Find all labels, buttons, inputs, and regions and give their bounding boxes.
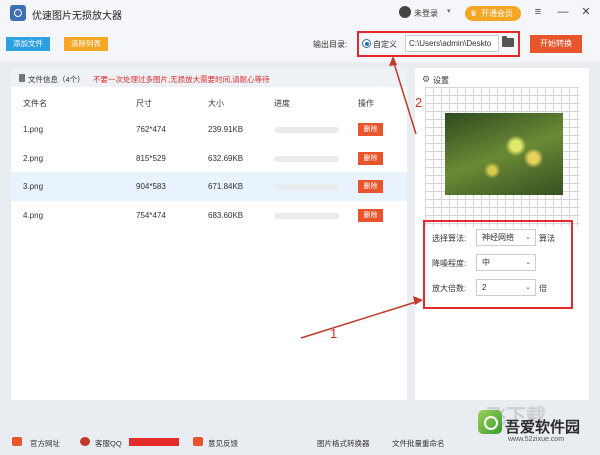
denoise-label: 降噪程度: <box>432 259 467 268</box>
watermark-brand: 吾爱软件园 <box>505 419 581 436</box>
file-name: 1.png <box>23 125 44 134</box>
app-logo-icon <box>10 5 26 21</box>
progress-bar <box>274 184 339 190</box>
format-converter-link[interactable]: 图片格式转换器 <box>317 438 370 449</box>
file-size: 671.84KB <box>208 182 244 191</box>
add-file-button[interactable]: 添加文件 <box>6 37 50 51</box>
delete-button[interactable]: 删除 <box>358 180 383 193</box>
gear-icon: ⚙ <box>422 74 431 84</box>
header-progress: 进度 <box>274 99 290 108</box>
chevron-down-icon: ⌄ <box>525 234 531 241</box>
delete-button[interactable]: 删除 <box>358 152 383 165</box>
file-dimensions: 904*583 <box>136 182 166 191</box>
app-title: 优速图片无损放大器 <box>32 11 122 22</box>
header-action: 操作 <box>358 99 374 108</box>
preview-image <box>445 113 563 195</box>
watermark-url: www.52zixue.com <box>508 436 565 443</box>
header-filename: 文件名 <box>23 99 47 108</box>
document-icon <box>19 74 25 82</box>
delete-button[interactable]: 删除 <box>358 209 383 222</box>
feedback-link[interactable]: 意见反馈 <box>208 438 238 449</box>
file-name: 3.png <box>23 182 44 191</box>
settings-title: 设置 <box>433 76 449 85</box>
vip-button[interactable]: 开通会员 <box>465 6 521 21</box>
chevron-down-icon: ⌄ <box>525 284 531 291</box>
header-filesize: 大小 <box>208 99 224 108</box>
qq-icon <box>80 437 90 446</box>
close-icon[interactable]: ✕ <box>578 4 594 20</box>
table-row[interactable]: 4.png 754*474 683.60KB 删除 <box>11 201 407 230</box>
progress-bar <box>274 213 339 219</box>
scale-suffix: 倍 <box>539 284 547 293</box>
scale-select[interactable]: 2 ⌄ <box>476 279 536 296</box>
progress-bar <box>274 127 339 133</box>
file-name: 2.png <box>23 154 44 163</box>
feedback-icon <box>193 437 203 446</box>
file-size: 683.60KB <box>208 211 244 220</box>
chevron-down-icon: ⌄ <box>525 259 531 266</box>
batch-rename-link[interactable]: 文件批量重命名 <box>392 438 445 449</box>
file-size: 632.69KB <box>208 154 244 163</box>
output-dir-label: 输出目录: <box>313 40 348 49</box>
file-dimensions: 815*529 <box>136 154 166 163</box>
delete-button[interactable]: 删除 <box>358 123 383 136</box>
algorithm-suffix: 算法 <box>539 234 555 243</box>
file-name: 4.png <box>23 211 44 220</box>
website-icon <box>12 437 22 446</box>
annotation-number-1: 1 <box>330 326 338 341</box>
image-preview <box>425 87 579 227</box>
algorithm-value: 神经网络 <box>482 233 514 242</box>
scale-label: 放大倍数: <box>432 284 467 293</box>
progress-bar <box>274 156 339 162</box>
support-qq-link[interactable]: 客服QQ <box>95 438 122 449</box>
file-size: 239.91KB <box>208 125 244 134</box>
denoise-select[interactable]: 中 ⌄ <box>476 254 536 271</box>
algorithm-select[interactable]: 神经网络 ⌄ <box>476 229 536 246</box>
scale-value: 2 <box>482 283 487 292</box>
annotation-box-output <box>357 31 520 57</box>
algorithm-label: 选择算法: <box>432 234 467 243</box>
title-bar: 优速图片无损放大器 未登录 ▾ 开通会员 ≡ — ✕ <box>0 0 600 27</box>
login-status[interactable]: 未登录 <box>414 8 438 19</box>
file-list-panel: 文件信息（4个） 不要一次处理过多图片,无损放大需要时间,请耐心等待 文件名 尺… <box>11 68 407 400</box>
chevron-down-icon[interactable]: ▾ <box>447 7 451 15</box>
file-info-bar: 文件信息（4个） 不要一次处理过多图片,无损放大需要时间,请耐心等待 <box>11 68 407 87</box>
user-icon[interactable] <box>399 6 411 18</box>
menu-icon[interactable]: ≡ <box>530 4 546 20</box>
annotation-number-2: 2 <box>415 95 423 110</box>
watermark-logo-icon <box>478 410 502 434</box>
website-link[interactable]: 官方网址 <box>30 438 60 449</box>
table-row[interactable]: 2.png 815*529 632.69KB 删除 <box>11 144 407 173</box>
header-dimensions: 尺寸 <box>136 99 152 108</box>
denoise-value: 中 <box>482 258 490 267</box>
file-count-label: 文件信息（4个） <box>28 75 85 84</box>
watermark: 飞下载 吾爱软件园 www.52zixue.com <box>478 400 596 450</box>
start-convert-button[interactable]: 开始转换 <box>530 35 582 53</box>
minimize-icon[interactable]: — <box>555 4 571 20</box>
redacted-qq-number <box>129 438 179 446</box>
table-row-selected[interactable]: 3.png 904*583 671.84KB 删除 <box>11 172 407 201</box>
warning-text: 不要一次处理过多图片,无损放大需要时间,请耐心等待 <box>93 75 270 84</box>
clear-list-button[interactable]: 清除列表 <box>64 37 108 51</box>
file-dimensions: 762*474 <box>136 125 166 134</box>
table-row[interactable]: 1.png 762*474 239.91KB 删除 <box>11 115 407 144</box>
file-dimensions: 754*474 <box>136 211 166 220</box>
